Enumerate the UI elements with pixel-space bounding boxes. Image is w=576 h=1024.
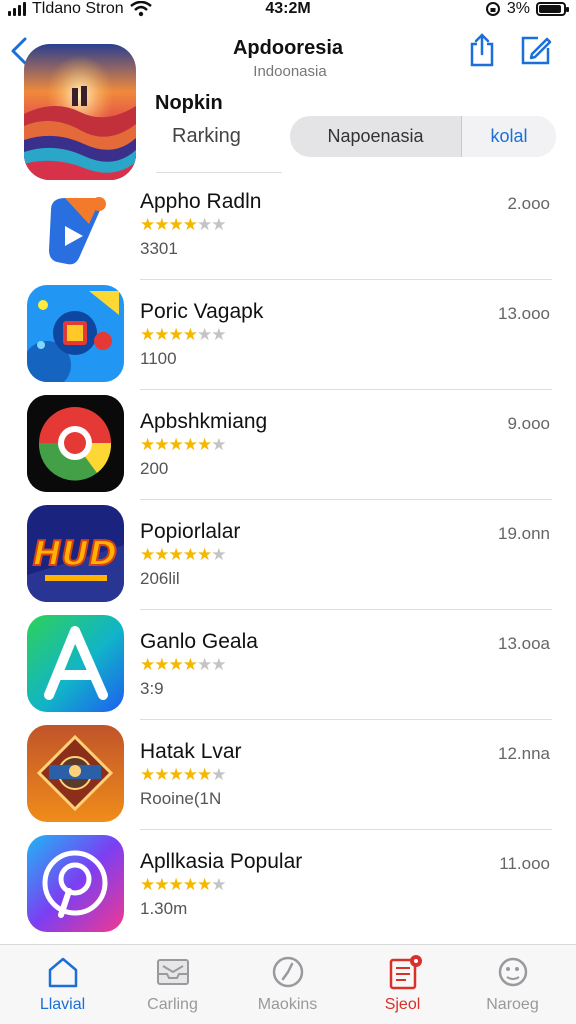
rating-stars: ★★★★★★ <box>140 215 226 234</box>
app-name: Apllkasia Popular <box>140 850 303 873</box>
list-item[interactable]: Ganlo Geala ★★★★★★ 3:9 13.ooa <box>0 612 576 722</box>
segment-option-kolal[interactable]: kolal <box>462 116 556 157</box>
app-icon: HUD <box>27 505 124 602</box>
share-icon <box>470 33 494 67</box>
section-title: Nopkin <box>155 92 223 114</box>
app-icon <box>27 615 124 712</box>
rating-count: 3:9 <box>140 679 164 698</box>
search-face-icon <box>498 957 528 987</box>
tab-label: Llavial <box>39 996 86 1013</box>
rating-count: 1100 <box>140 349 177 368</box>
app-size: 9.ooo <box>507 414 550 433</box>
rating-stars: ★★★★★★ <box>140 655 226 674</box>
row-divider <box>140 279 552 280</box>
tab-today[interactable]: Llavial <box>5 945 120 1024</box>
rating-stars: ★★★★★★ <box>140 765 226 784</box>
home-icon <box>48 957 78 988</box>
rating-count: Rooine(1N <box>140 789 222 808</box>
list-item[interactable]: Apbshkmiang ★★★★★★ 200 9.ooo <box>0 392 576 502</box>
list-item[interactable]: HUD Popiorlalar ★★★★★★ 206lil 19.onn <box>0 502 576 612</box>
row-divider <box>140 389 552 390</box>
compose-button[interactable] <box>518 32 554 68</box>
app-size: 12.nna <box>498 744 550 763</box>
tab-label: Maokins <box>257 996 318 1013</box>
rating-count: 1.30m <box>140 899 188 918</box>
document-badge-icon <box>389 955 422 990</box>
tab-sjeol[interactable]: Sjeol <box>345 945 460 1024</box>
app-size: 13.ooa <box>498 634 550 653</box>
app-name: Appho Radln <box>140 190 262 213</box>
tab-carling[interactable]: Carling <box>115 945 230 1024</box>
app-icon <box>27 180 124 277</box>
orientation-lock-icon <box>485 2 500 16</box>
share-button[interactable] <box>466 32 498 68</box>
list-item[interactable]: Appho Radln ★★★★★★ 3301 2.ooo <box>0 172 576 282</box>
tab-label: Carling <box>147 996 198 1013</box>
app-name: Popiorlalar <box>140 520 241 543</box>
rating-stars: ★★★★★★ <box>140 545 226 564</box>
svg-text:HUD: HUD <box>33 534 117 574</box>
row-divider <box>140 609 552 610</box>
app-name: Apbshkmiang <box>140 410 268 433</box>
app-icon <box>27 725 124 822</box>
rating-count: 3301 <box>140 239 178 258</box>
list-item[interactable]: Poric Vagapk ★★★★★★ 1100 13.ooo <box>0 282 576 392</box>
segment-option-napoenasia[interactable]: Napoenasia <box>290 116 462 157</box>
row-divider <box>140 829 552 830</box>
rating-stars: ★★★★★★ <box>140 875 226 894</box>
list-item[interactable]: Apllkasia Popular ★★★★★★ 1.30m 11.ooo <box>0 832 576 942</box>
tab-label: Naroeg <box>486 996 539 1013</box>
rating-count: 200 <box>140 459 169 478</box>
app-icon <box>27 835 124 932</box>
compass-icon <box>272 956 304 988</box>
tab-label: Sjeol <box>384 996 421 1013</box>
app-icon <box>27 285 124 382</box>
battery-icon <box>536 2 569 16</box>
app-name: Ganlo Geala <box>140 630 258 653</box>
app-name: Poric Vagapk <box>140 300 264 323</box>
app-size: 19.onn <box>498 524 550 543</box>
app-size: 2.ooo <box>507 194 550 213</box>
tab-naroeg[interactable]: Naroeg <box>455 945 570 1024</box>
rating-stars: ★★★★★★ <box>140 325 226 344</box>
region-segmented-control[interactable]: Napoenasia kolal <box>290 116 556 157</box>
status-bar: Tldano Stron 43:2M 3% <box>0 0 576 20</box>
ranking-label: Rarking <box>172 125 241 147</box>
compose-icon <box>521 36 552 65</box>
app-name: Hatak Lvar <box>140 740 242 763</box>
list-item[interactable]: Hatak Lvar ★★★★★★ Rooine(1N 12.nna <box>0 722 576 832</box>
app-size: 11.ooo <box>499 854 550 873</box>
tab-bar: Llavial Carling Maokins Sjeol Naroeg <box>0 944 576 1024</box>
row-divider <box>140 719 552 720</box>
tab-maokins[interactable]: Maokins <box>230 945 345 1024</box>
tray-icon <box>157 959 189 985</box>
battery-percent: 3% <box>506 0 530 17</box>
rating-count: 206lil <box>140 569 180 588</box>
rating-stars: ★★★★★★ <box>140 435 226 454</box>
app-icon <box>27 395 124 492</box>
row-divider <box>140 499 552 500</box>
app-size: 13.ooo <box>498 304 550 323</box>
